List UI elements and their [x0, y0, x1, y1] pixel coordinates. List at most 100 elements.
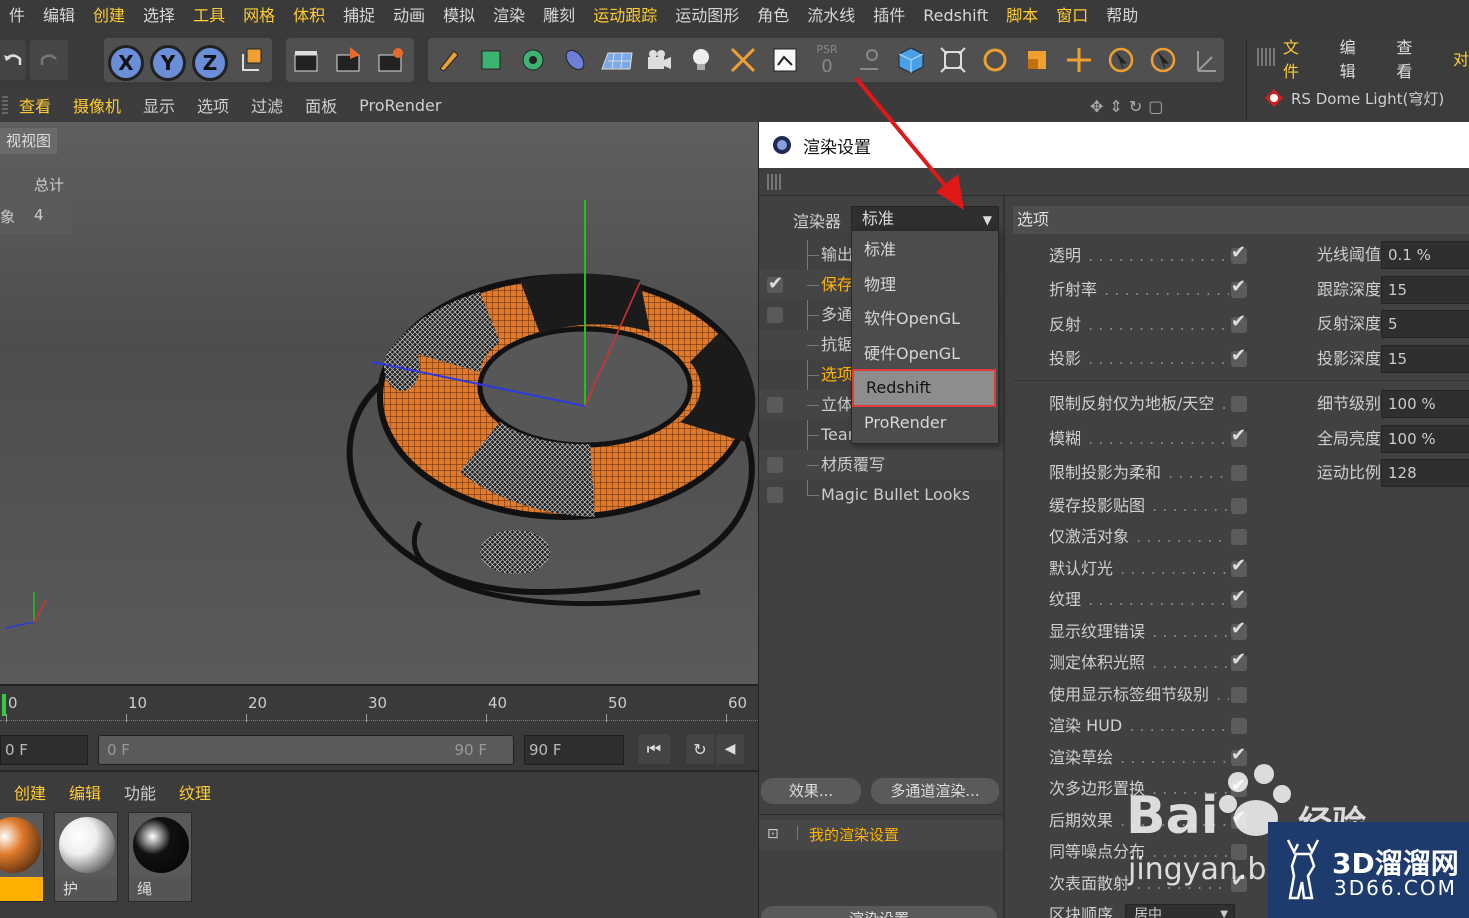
render-picture-viewer-button[interactable]: [330, 40, 368, 80]
option-checkbox[interactable]: [1231, 498, 1247, 514]
material-thumbnail[interactable]: [0, 812, 44, 902]
menu-item[interactable]: 工具: [184, 1, 234, 31]
pen-tool-button[interactable]: [430, 40, 468, 80]
menu-item[interactable]: 网格: [234, 1, 284, 31]
tab-view[interactable]: 查看: [1396, 34, 1427, 82]
settings-tree-item[interactable]: 材质覆写: [759, 450, 1003, 480]
viewport-menu-item[interactable]: 选项: [186, 93, 240, 117]
live-selection-button[interactable]: [1102, 40, 1140, 80]
render-settings-button[interactable]: 渲染设置: [761, 906, 997, 918]
camera-button[interactable]: [640, 40, 678, 80]
zoom-view-icon[interactable]: ⇕: [1109, 97, 1122, 116]
tree-item-checkbox[interactable]: [767, 269, 783, 299]
material-thumbnail[interactable]: 绳: [128, 812, 192, 902]
floor-button[interactable]: [598, 40, 636, 80]
viewport-menu-item[interactable]: 摄像机: [62, 93, 132, 117]
menu-item[interactable]: 插件: [864, 1, 914, 31]
numeric-option-input[interactable]: 128: [1381, 459, 1469, 487]
timeline-ruler[interactable]: 0 10 20 30 40 50 60: [0, 684, 758, 730]
menu-item[interactable]: 编辑: [34, 1, 84, 31]
playhead[interactable]: [2, 694, 6, 716]
option-checkbox[interactable]: [1231, 616, 1247, 642]
tab-object[interactable]: 对: [1453, 46, 1469, 70]
effects-button[interactable]: 效果...: [761, 778, 861, 804]
end-frame-field[interactable]: 90 F: [524, 735, 624, 765]
object-row-dome-light[interactable]: RS Dome Light(穹灯): [1263, 84, 1444, 112]
option-checkbox[interactable]: [1231, 718, 1247, 734]
loop-button[interactable]: ↻: [686, 734, 714, 764]
numeric-option-input[interactable]: 100 %: [1381, 425, 1469, 453]
numeric-option-input[interactable]: 0.1 %: [1381, 241, 1469, 269]
option-checkbox[interactable]: [1231, 343, 1247, 369]
option-checkbox[interactable]: [1231, 423, 1247, 449]
multipass-button[interactable]: 多通道渲染...: [871, 778, 999, 804]
viewport-menu-item[interactable]: 过滤: [240, 93, 294, 117]
menu-item[interactable]: 体积: [284, 1, 334, 31]
tree-item-checkbox[interactable]: [767, 397, 783, 413]
rotate-view-icon[interactable]: ↻: [1129, 97, 1142, 116]
go-to-start-button[interactable]: ⏮: [638, 734, 670, 764]
menu-item[interactable]: 脚本: [997, 1, 1047, 31]
coordinate-system-button[interactable]: [232, 40, 270, 80]
option-checkbox[interactable]: [1231, 647, 1247, 673]
tree-item-checkbox[interactable]: [767, 487, 783, 503]
select-button[interactable]: [1144, 40, 1182, 80]
option-checkbox[interactable]: [1231, 553, 1247, 579]
menu-item[interactable]: 运动跟踪: [584, 1, 666, 31]
tab-file[interactable]: 文件: [1283, 34, 1314, 82]
numeric-option-input[interactable]: 100 %: [1381, 390, 1469, 418]
numeric-option-input[interactable]: 15: [1381, 276, 1469, 304]
move-button[interactable]: [1060, 40, 1098, 80]
my-render-settings-row[interactable]: ⊡ 我的渲染设置: [759, 820, 1003, 850]
light-button[interactable]: [682, 40, 720, 80]
3d-viewport[interactable]: 视视图 总计 象 4: [0, 122, 758, 684]
scale-button[interactable]: [1018, 40, 1056, 80]
tree-item-checkbox[interactable]: [767, 457, 783, 473]
z-axis-button[interactable]: Z: [192, 45, 228, 81]
renderer-option[interactable]: 物理: [852, 268, 998, 302]
renderer-option[interactable]: ProRender: [852, 406, 998, 440]
renderer-option[interactable]: 标准: [852, 233, 998, 267]
menu-item[interactable]: 创建: [84, 1, 134, 31]
renderer-option[interactable]: 硬件OpenGL: [852, 337, 998, 371]
option-checkbox[interactable]: [1231, 274, 1247, 300]
menu-item[interactable]: 渲染: [484, 1, 534, 31]
menu-item[interactable]: 选择: [134, 1, 184, 31]
menu-item[interactable]: 运动图形: [666, 1, 748, 31]
menu-item[interactable]: 角色: [748, 1, 798, 31]
render-view-button[interactable]: [288, 40, 326, 80]
y-axis-button[interactable]: Y: [150, 45, 186, 81]
material-menu-item[interactable]: 编辑: [69, 780, 101, 804]
renderer-option[interactable]: 软件OpenGL: [852, 302, 998, 336]
numeric-option-input[interactable]: 15: [1381, 345, 1469, 373]
option-checkbox[interactable]: [1231, 240, 1247, 266]
viewport-menu-item[interactable]: 显示: [132, 93, 186, 117]
menu-item[interactable]: 动画: [384, 1, 434, 31]
subdivision-button[interactable]: [514, 40, 552, 80]
block-order-select[interactable]: 居中 ▼: [1125, 904, 1235, 918]
material-menu-item[interactable]: 创建: [14, 780, 46, 804]
lifebuoy-model[interactable]: [0, 122, 758, 684]
viewport-menu-item[interactable]: 查看: [8, 93, 62, 117]
menu-item[interactable]: 帮助: [1097, 1, 1147, 31]
viewport-menu-item[interactable]: ProRender: [348, 96, 452, 115]
picture-viewer-button[interactable]: [766, 40, 804, 80]
viewport-menu-item[interactable]: 面板: [294, 93, 348, 117]
step-back-button[interactable]: ◀: [716, 734, 744, 764]
menu-item[interactable]: 窗口: [1047, 1, 1097, 31]
menu-item[interactable]: 流水线: [798, 1, 864, 31]
axis-tool-button[interactable]: [1186, 40, 1224, 80]
x-axis-button[interactable]: X: [108, 45, 144, 81]
redo-button[interactable]: [30, 40, 68, 80]
option-checkbox[interactable]: [1231, 396, 1247, 412]
option-checkbox[interactable]: [1231, 584, 1247, 610]
current-frame-field[interactable]: 0 F: [0, 735, 88, 765]
material-menu-item[interactable]: 功能: [124, 780, 156, 804]
menu-item[interactable]: 件: [0, 1, 34, 31]
option-checkbox[interactable]: [1231, 309, 1247, 335]
maximize-view-icon[interactable]: ▢: [1148, 97, 1163, 116]
frame-range-slider[interactable]: 0 F 90 F: [98, 735, 514, 765]
settings-tree-item[interactable]: Magic Bullet Looks: [759, 480, 1003, 510]
menu-item[interactable]: 雕刻: [534, 1, 584, 31]
material-menu-item[interactable]: 纹理: [179, 780, 211, 804]
